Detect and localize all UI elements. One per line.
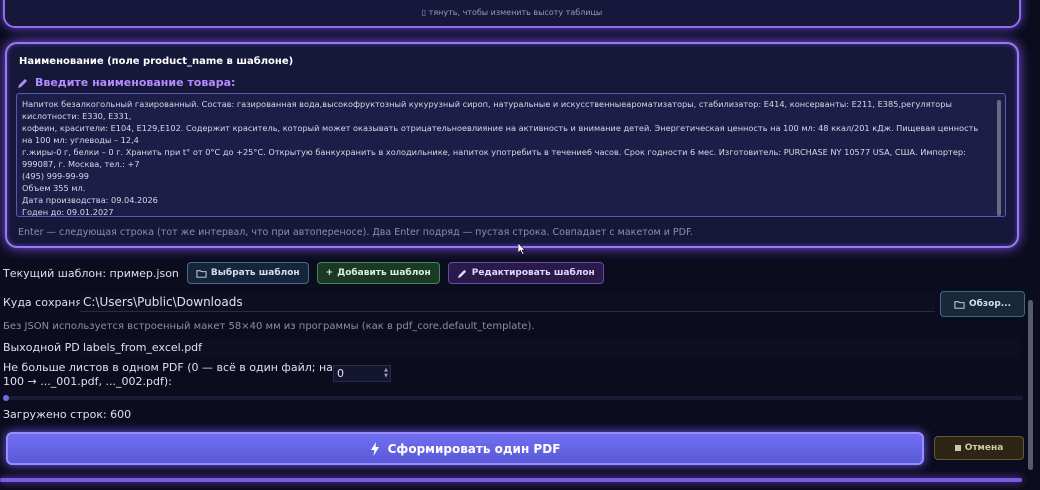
stop-icon bbox=[954, 445, 961, 451]
folder-icon bbox=[954, 300, 965, 309]
builtin-layout-hint: Без JSON используется встроенный макет 5… bbox=[3, 321, 535, 332]
save-path-field[interactable]: C:\Users\Public\Downloads bbox=[80, 293, 935, 312]
progress-bar bbox=[3, 395, 1023, 401]
edit-template-button[interactable]: Редактировать шаблон bbox=[447, 262, 604, 284]
product-name-textarea[interactable]: Напиток безалкогольный газированный. Сос… bbox=[16, 93, 1006, 217]
generate-pdf-label: Сформировать один PDF bbox=[387, 441, 561, 456]
cancel-label: Отмена bbox=[964, 443, 1004, 453]
textarea-line: кофеин, красители: E104, E129,E102. Соде… bbox=[22, 123, 981, 145]
pencil-icon bbox=[18, 78, 27, 88]
add-template-button[interactable]: + Добавить шаблон bbox=[316, 262, 440, 284]
lightning-icon bbox=[370, 441, 379, 456]
max-sheets-label-line: 100 → ..._001.pdf, ..._002.pdf): bbox=[3, 375, 172, 388]
name-panel-hint: Enter — следующая строка (тот же интерва… bbox=[18, 227, 693, 238]
pencil-icon bbox=[457, 269, 466, 278]
current-template-label: Текущий шаблон: пример.json bbox=[3, 266, 179, 280]
max-sheets-label-line: Не больше листов в одном PDF (0 — всё в … bbox=[3, 361, 377, 374]
output-pdf-label: Выходной PDF: bbox=[3, 341, 89, 354]
name-panel-title: Наименование (поле product_name в шаблон… bbox=[19, 56, 294, 67]
textarea-line: Напиток безалкогольный газированный. Сос… bbox=[22, 99, 955, 121]
textarea-line: (495) 999-99-99 bbox=[22, 171, 89, 181]
textarea-line: Дата производства: 09.04.2026 bbox=[22, 195, 158, 205]
choose-template-label: Выбрать шаблон bbox=[210, 268, 300, 278]
bottom-divider bbox=[0, 478, 1022, 482]
name-prompt: Введите наименование товара: bbox=[17, 76, 235, 89]
textarea-line: Годен до: 09.01.2027 bbox=[22, 207, 114, 217]
generate-pdf-button[interactable]: Сформировать один PDF bbox=[6, 432, 924, 465]
window-scrollbar[interactable] bbox=[1028, 300, 1033, 470]
template-row: Текущий шаблон: пример.json Выбрать шабл… bbox=[3, 262, 604, 284]
table-resize-hint[interactable]: ▯ тянуть, чтобы изменить высоту таблицы bbox=[5, 8, 1019, 17]
browse-button[interactable]: Обзор... bbox=[940, 291, 1025, 317]
mouse-cursor-icon bbox=[518, 243, 526, 255]
textarea-scrollbar[interactable] bbox=[997, 100, 1001, 216]
folder-icon bbox=[196, 269, 207, 278]
max-sheets-value: 0 bbox=[337, 367, 344, 380]
browse-label: Обзор... bbox=[968, 299, 1012, 309]
rows-loaded-status: Загружено строк: 600 bbox=[3, 408, 132, 421]
spin-arrows-icon[interactable]: ▲ ▼ bbox=[384, 367, 388, 379]
edit-template-label: Редактировать шаблон bbox=[471, 268, 595, 278]
textarea-line: Объем 355 мл. bbox=[22, 183, 86, 193]
progress-indicator bbox=[3, 395, 9, 401]
add-template-label: Добавить шаблон bbox=[337, 268, 431, 278]
name-prompt-label: Введите наименование товара: bbox=[35, 76, 236, 89]
output-pdf-field[interactable]: labels_from_excel.pdf bbox=[80, 339, 1020, 356]
choose-template-button[interactable]: Выбрать шаблон bbox=[186, 262, 309, 284]
max-sheets-label: Не больше листов в одном PDF (0 — всё в … bbox=[3, 361, 376, 389]
table-panel: ▯ тянуть, чтобы изменить высоту таблицы bbox=[3, 0, 1021, 28]
max-sheets-spinbox[interactable]: 0 ▲ ▼ bbox=[333, 365, 391, 382]
plus-icon: + bbox=[325, 268, 334, 278]
textarea-line: г.жиры-0 г, белки – 0 г. Хранить при t° … bbox=[22, 147, 969, 169]
name-panel: Наименование (поле product_name в шаблон… bbox=[5, 42, 1019, 248]
cancel-button[interactable]: Отмена bbox=[934, 436, 1024, 460]
output-row: Выходной PDF: bbox=[3, 341, 89, 354]
